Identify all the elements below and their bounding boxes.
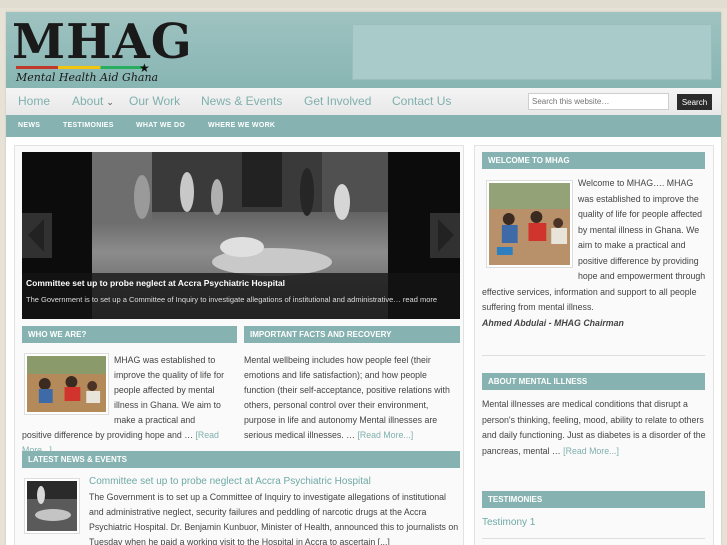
who-we-are-text: MHAG was established to improve the qual…: [22, 353, 226, 458]
search-input[interactable]: [528, 93, 669, 110]
about-illness-heading: ABOUT MENTAL ILLNESS: [482, 373, 705, 390]
facts-body: Mental wellbeing includes how people fee…: [244, 355, 450, 440]
text-float-spacer: [22, 353, 114, 417]
page: MHAG ★ Mental Health Aid Ghana Home Abou…: [6, 12, 721, 545]
testimony-link[interactable]: Testimony 1: [482, 517, 535, 528]
subnav-testimonies[interactable]: TESTIMONIES: [63, 122, 114, 129]
site-tagline: Mental Health Aid Ghana: [16, 71, 159, 84]
latest-news-heading: LATEST NEWS & EVENTS: [22, 451, 460, 468]
nav-news-events[interactable]: News & Events: [201, 94, 282, 108]
subnav-what-we-do[interactable]: WHAT WE DO: [136, 122, 185, 129]
text-float-spacer: [482, 176, 578, 271]
header-banner: [352, 24, 712, 80]
site-logo[interactable]: MHAG: [12, 16, 193, 68]
slider-prev-button[interactable]: [22, 213, 52, 258]
nav-home[interactable]: Home: [18, 94, 50, 108]
about-illness-text: Mental illnesses are medical conditions …: [482, 397, 706, 459]
chevron-down-icon: ⌄: [106, 97, 114, 107]
slide-title[interactable]: Committee set up to probe neglect at Acc…: [26, 278, 285, 288]
news-thumbnail[interactable]: [24, 478, 80, 534]
about-illness-read-more[interactable]: [Read More...]: [563, 446, 619, 456]
testimonies-heading: TESTIMONIES: [482, 491, 705, 508]
sidebar-divider: [482, 355, 705, 356]
nav-get-involved[interactable]: Get Involved: [304, 94, 371, 108]
subnav-news[interactable]: NEWS: [18, 122, 40, 129]
chevron-left-icon: [28, 219, 44, 252]
news-article-title[interactable]: Committee set up to probe neglect at Acc…: [89, 476, 371, 487]
news-photo: [27, 481, 77, 531]
who-we-are-heading: WHO WE ARE?: [22, 326, 237, 343]
welcome-signature: Ahmed Abdulai - MHAG Chairman: [482, 317, 624, 328]
slider-next-button[interactable]: [430, 213, 460, 258]
sidebar-divider: [482, 538, 705, 539]
nav-contact-us[interactable]: Contact Us: [392, 94, 451, 108]
top-strip: [0, 0, 727, 8]
sub-nav: NEWS TESTIMONIES WHAT WE DO WHERE WE WOR…: [6, 115, 721, 137]
welcome-heading: WELCOME TO MHAG: [482, 152, 705, 169]
slide-caption: Committee set up to probe neglect at Acc…: [22, 273, 460, 319]
chevron-right-icon: [438, 219, 454, 252]
news-article-excerpt: The Government is to set up a Committee …: [89, 492, 459, 545]
site-header: MHAG ★ Mental Health Aid Ghana: [6, 12, 721, 88]
subnav-where-we-work[interactable]: WHERE WE WORK: [208, 122, 275, 129]
facts-text: Mental wellbeing includes how people fee…: [244, 353, 458, 443]
facts-heading: IMPORTANT FACTS AND RECOVERY: [244, 326, 460, 343]
slide-description: The Government is to set up a Committee …: [26, 295, 438, 304]
nav-about[interactable]: About ⌄: [72, 94, 114, 108]
welcome-text: Welcome to MHAG…. MHAG was established t…: [482, 176, 708, 331]
facts-read-more[interactable]: [Read More...]: [357, 430, 413, 440]
logo-flag-stripe: [16, 66, 144, 69]
nav-about-label: About: [72, 94, 104, 108]
nav-our-work[interactable]: Our Work: [129, 94, 180, 108]
search-button[interactable]: Search: [677, 94, 712, 110]
featured-slider[interactable]: Committee set up to probe neglect at Acc…: [22, 152, 460, 319]
